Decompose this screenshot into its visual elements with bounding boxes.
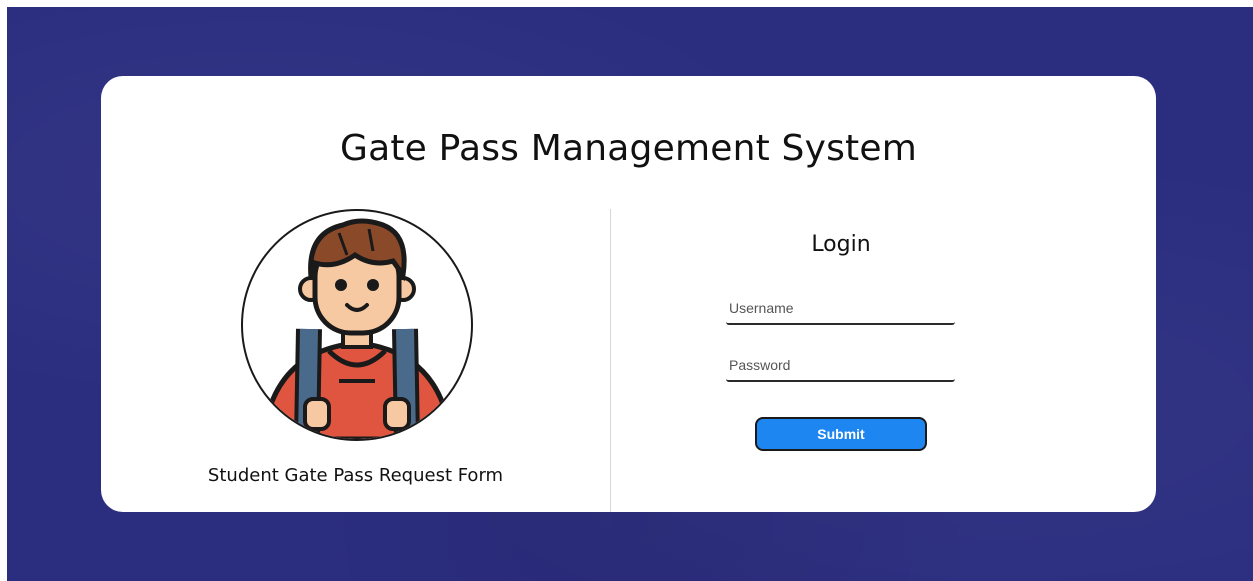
password-input[interactable]	[726, 350, 955, 382]
username-input[interactable]	[726, 293, 955, 325]
login-heading: Login	[811, 232, 871, 257]
page-background: Gate Pass Management System Student Gate…	[7, 7, 1253, 581]
student-with-backpack-icon	[260, 218, 454, 439]
student-avatar	[241, 209, 473, 441]
panel-divider	[610, 209, 611, 512]
page-title: Gate Pass Management System	[339, 128, 917, 169]
student-gate-pass-caption: Student Gate Pass Request Form	[207, 465, 504, 486]
login-card: Gate Pass Management System Student Gate…	[101, 76, 1156, 512]
submit-button[interactable]: Submit	[755, 417, 927, 451]
